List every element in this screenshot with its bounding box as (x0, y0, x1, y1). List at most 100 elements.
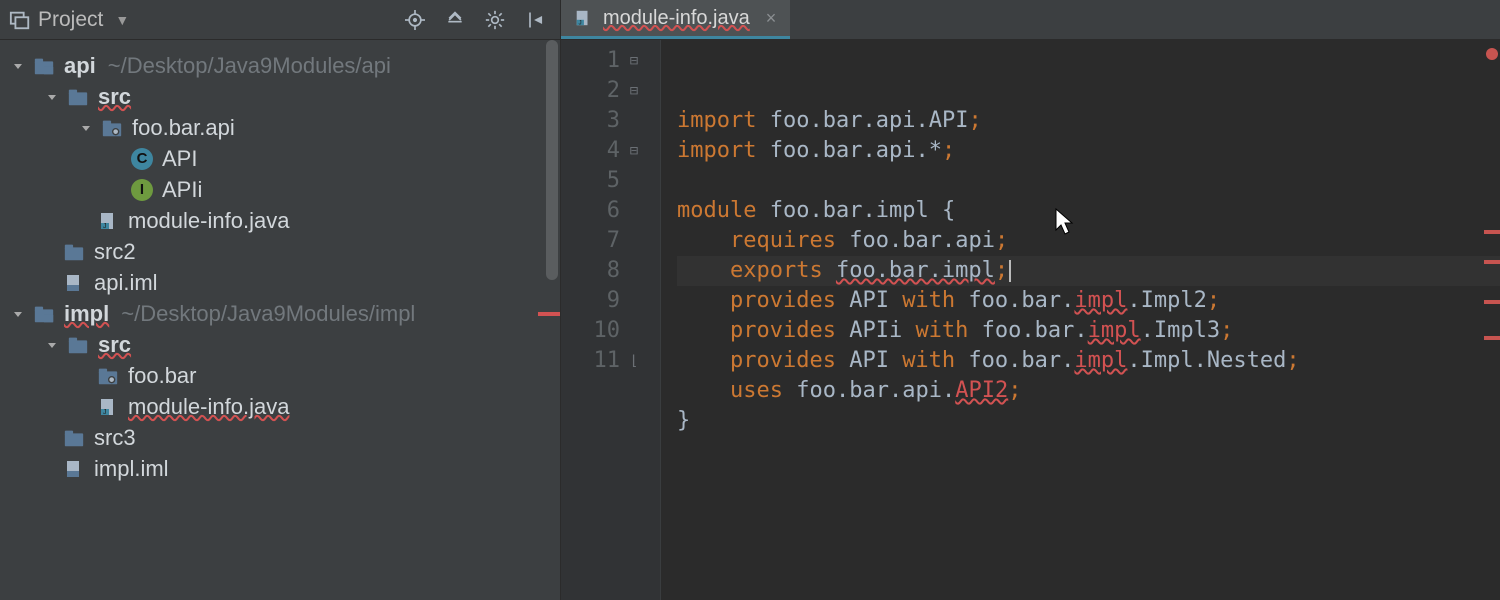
code-line[interactable]: uses foo.bar.api.API2; (677, 376, 1500, 406)
tree-item-label: api.iml (94, 270, 158, 296)
tree-item[interactable]: C API (0, 143, 560, 174)
fold-toggle-icon[interactable]: ⊟ (626, 143, 642, 159)
tree-item[interactable]: src3 (0, 422, 560, 453)
code-line[interactable]: import foo.bar.api.API; (677, 106, 1500, 136)
tree-item-label: foo.bar (128, 363, 197, 389)
collapse-all-icon[interactable] (444, 9, 466, 31)
tree-item[interactable]: Jmodule-info.java (0, 391, 560, 422)
tree-item[interactable]: api.iml (0, 267, 560, 298)
code-line[interactable]: provides API with foo.bar.impl.Impl.Nest… (677, 346, 1500, 376)
line-number: 3 (567, 106, 620, 136)
line-number: 7 (567, 226, 620, 256)
module-icon (32, 54, 56, 78)
hide-panel-icon[interactable] (524, 9, 546, 31)
tree-item[interactable]: I APIi (0, 174, 560, 205)
svg-text:J: J (103, 223, 107, 230)
error-marker (538, 312, 560, 316)
tree-item-path: ~/Desktop/Java9Modules/impl (121, 301, 415, 327)
line-number: 8 (567, 256, 620, 286)
tree-item-label: APIi (162, 177, 202, 203)
line-number: 5 (567, 166, 620, 196)
javafile-icon: J (96, 395, 120, 419)
code-line[interactable]: module foo.bar.impl { (677, 196, 1500, 226)
editor-pane: J module-info.java × 1234567891011⊟⊟⊟⌊ i… (561, 0, 1500, 600)
expand-arrow-icon[interactable] (8, 56, 28, 76)
error-stripe[interactable] (1484, 40, 1500, 600)
code-editor[interactable]: 1234567891011⊟⊟⊟⌊ import foo.bar.api.API… (561, 40, 1500, 600)
tree-item[interactable]: src2 (0, 236, 560, 267)
tree-item[interactable]: impl ~/Desktop/Java9Modules/impl (0, 298, 560, 329)
error-stripe-mark[interactable] (1484, 300, 1500, 304)
tree-item-label: module-info.java (128, 394, 289, 420)
tree-item-label: module-info.java (128, 208, 289, 234)
editor-tab-active[interactable]: J module-info.java × (561, 0, 790, 39)
chevron-down-icon[interactable]: ▼ (115, 12, 129, 28)
package-icon (100, 116, 124, 140)
code-line[interactable]: requires foo.bar.api; (677, 226, 1500, 256)
line-number: 10 (567, 316, 620, 346)
fold-toggle-icon[interactable]: ⌊ (626, 353, 642, 369)
code-line[interactable]: } (677, 406, 1500, 436)
editor-tab-bar: J module-info.java × (561, 0, 1500, 40)
expand-arrow-icon[interactable] (42, 87, 62, 107)
tree-item-label: src3 (94, 425, 136, 451)
tree-item-label: impl (64, 301, 109, 327)
tree-item-label: foo.bar.api (132, 115, 235, 141)
code-line[interactable]: exports foo.bar.impl; (677, 256, 1500, 286)
tree-item[interactable]: src (0, 81, 560, 112)
text-caret (1009, 260, 1011, 282)
line-number: 11 (567, 346, 620, 376)
class-icon: C (130, 147, 154, 171)
code-text[interactable]: import foo.bar.api.API;import foo.bar.ap… (661, 40, 1500, 600)
javafile-icon: J (96, 209, 120, 233)
scrollbar-thumb[interactable] (546, 40, 558, 280)
svg-text:J: J (579, 19, 582, 26)
folder-icon (66, 333, 90, 357)
gear-icon[interactable] (484, 9, 506, 31)
line-number: 4 (567, 136, 620, 166)
tree-item[interactable]: foo.bar.api (0, 112, 560, 143)
svg-text:J: J (103, 409, 107, 416)
tree-item-label: api (64, 53, 96, 79)
line-number: 9 (567, 286, 620, 316)
tree-item[interactable]: foo.bar (0, 360, 560, 391)
fold-toggle-icon[interactable]: ⊟ (626, 53, 642, 69)
expand-arrow-icon[interactable] (76, 118, 96, 138)
tree-item-label: src2 (94, 239, 136, 265)
tree-item-label: impl.iml (94, 456, 169, 482)
tree-item[interactable]: Jmodule-info.java (0, 205, 560, 236)
line-number: 6 (567, 196, 620, 226)
code-line[interactable]: provides APIi with foo.bar.impl.Impl3; (677, 316, 1500, 346)
expand-arrow-icon[interactable] (42, 335, 62, 355)
tree-item-label: src (98, 84, 131, 110)
error-stripe-mark[interactable] (1484, 230, 1500, 234)
package-icon (96, 364, 120, 388)
code-line[interactable]: provides API with foo.bar.impl.Impl2; (677, 286, 1500, 316)
interface-icon: I (130, 178, 154, 202)
code-line[interactable] (677, 166, 1500, 196)
project-title[interactable]: Project (38, 8, 103, 32)
close-tab-icon[interactable]: × (766, 8, 777, 29)
imlfile-icon (62, 271, 86, 295)
tree-item[interactable]: api~/Desktop/Java9Modules/api (0, 50, 560, 81)
project-tree[interactable]: api~/Desktop/Java9Modules/apisrcfoo.bar.… (0, 40, 560, 600)
folder-icon (66, 85, 90, 109)
line-number: 1 (567, 46, 620, 76)
expand-arrow-icon[interactable] (8, 304, 28, 324)
fold-toggle-icon[interactable]: ⊟ (626, 83, 642, 99)
tree-item[interactable]: src (0, 329, 560, 360)
tree-item[interactable]: impl.iml (0, 453, 560, 484)
error-stripe-mark[interactable] (1484, 260, 1500, 264)
code-line[interactable]: import foo.bar.api.*; (677, 136, 1500, 166)
tree-scrollbar[interactable] (546, 40, 558, 600)
module-icon (32, 302, 56, 326)
project-view-icon (8, 8, 32, 32)
error-stripe-mark[interactable] (1484, 336, 1500, 340)
project-tool-window: Project ▼ api~/Desktop/Java9Modules/api s… (0, 0, 561, 600)
folder-icon (62, 240, 86, 264)
error-indicator-icon[interactable] (1486, 48, 1498, 60)
tree-item-label: API (162, 146, 197, 172)
line-number-gutter: 1234567891011⊟⊟⊟⌊ (561, 40, 661, 600)
locate-target-icon[interactable] (404, 9, 426, 31)
folder-icon (62, 426, 86, 450)
